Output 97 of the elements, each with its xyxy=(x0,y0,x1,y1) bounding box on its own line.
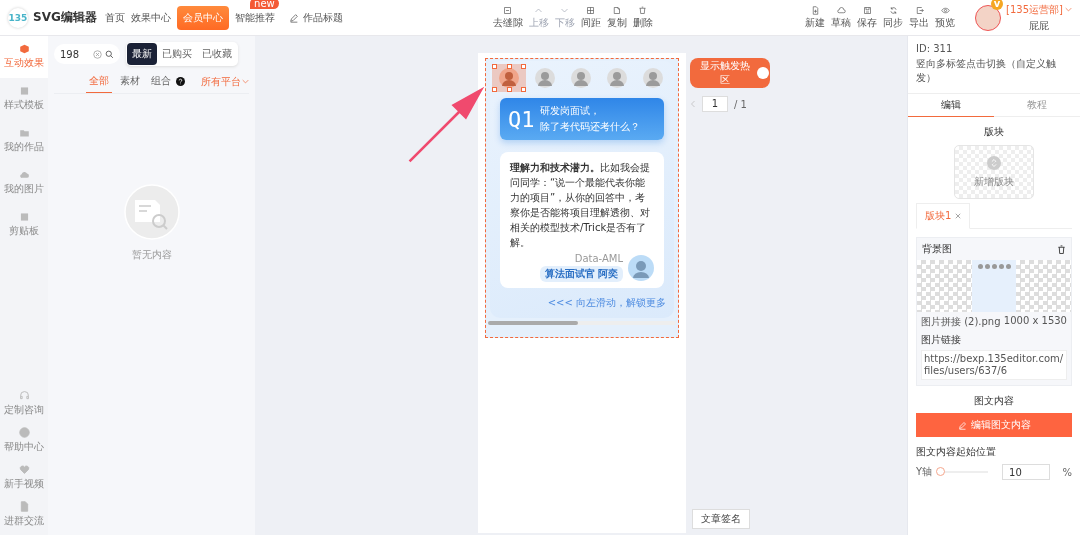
export-icon xyxy=(914,5,924,15)
question-text: 除了考代码还考什么？ xyxy=(540,120,640,134)
page-total: / 1 xyxy=(734,98,747,110)
cloud-upload-icon xyxy=(18,170,30,180)
sidebar-item[interactable]: 我的图片 xyxy=(0,162,48,204)
eye-icon xyxy=(940,5,950,15)
section-title: 图文内容 xyxy=(974,394,1014,408)
chevron-down-icon xyxy=(1065,6,1072,13)
pencil-icon xyxy=(288,12,299,23)
avatar-silhouette-icon xyxy=(607,68,627,88)
nav-link[interactable]: 智能推荐 xyxy=(234,11,275,23)
answer-text: 理解力和技术潜力。比如我会提问同学：“说一个最能代表你能力的项目”，从你的回答中，考察你是否能将项目理解透彻、对相关的模型技术/Trick是否有了解。 xyxy=(510,161,651,250)
file-name: 图片拼接 (2).png xyxy=(921,315,1001,329)
headset-icon xyxy=(18,390,30,401)
axis-label: Y轴 xyxy=(916,465,933,479)
resize-handle[interactable] xyxy=(507,87,512,92)
field-label: 图片链接 xyxy=(920,333,962,347)
resize-handle[interactable] xyxy=(507,64,512,69)
document-icon xyxy=(810,5,820,15)
empty-message: 暂无内容 xyxy=(131,248,172,262)
sort-tab[interactable]: 已收藏 xyxy=(197,43,237,65)
trash-icon[interactable] xyxy=(1057,244,1066,254)
nav-link[interactable]: 效果中心 xyxy=(130,11,171,23)
nav-link[interactable]: 首页 xyxy=(104,11,125,23)
author-caption: Data-AML xyxy=(574,253,623,264)
filter-tab[interactable]: 组合 xyxy=(148,70,174,93)
heart-icon xyxy=(18,464,30,475)
pencil-icon xyxy=(957,420,967,430)
url-field[interactable]: https://bexp.135editor.com/files/users/637/6 xyxy=(921,350,1067,380)
sort-tab[interactable]: 已购买 xyxy=(157,43,197,65)
resize-handle[interactable] xyxy=(521,64,526,69)
horizontal-scrollbar[interactable] xyxy=(488,321,676,325)
sync-icon xyxy=(888,5,898,15)
toolbar-button[interactable]: 间距 xyxy=(580,5,601,30)
sidebar-item[interactable]: 新手视频 xyxy=(0,459,48,496)
folder-icon xyxy=(18,128,30,138)
sidebar-item[interactable]: 剪贴板 xyxy=(0,204,48,246)
empty-search-drawing xyxy=(123,184,180,240)
cloud-icon xyxy=(836,5,846,15)
sidebar-item[interactable]: 样式模板 xyxy=(0,78,48,120)
grid-icon xyxy=(586,5,596,15)
trash-icon xyxy=(638,5,648,15)
signature-button[interactable]: 文章签名 xyxy=(692,509,750,529)
avatar-silhouette-icon xyxy=(571,68,591,88)
close-icon[interactable] xyxy=(955,213,962,219)
effect-id: ID: 311 xyxy=(916,43,954,54)
new-badge: new xyxy=(250,0,279,9)
resize-handle[interactable] xyxy=(492,87,497,92)
toolbar-button[interactable]: 去缝隙 xyxy=(492,5,523,30)
card-title: 背景图 xyxy=(922,242,952,256)
toolbar-button[interactable]: 预览 xyxy=(935,5,956,30)
search-icon[interactable] xyxy=(105,49,114,59)
panel-tab[interactable]: 编辑 xyxy=(908,94,994,117)
save-icon xyxy=(862,5,872,15)
sidebar-item[interactable]: 进群交流 xyxy=(0,496,48,533)
user-name: 屁屁 xyxy=(1029,18,1050,33)
resize-handle[interactable] xyxy=(521,87,526,92)
toolbar-button[interactable]: 草稿 xyxy=(831,5,852,30)
add-block-button[interactable]: 新增版块 xyxy=(954,145,1034,199)
copy-icon xyxy=(612,5,622,15)
toolbar-button[interactable]: 删除 xyxy=(632,5,653,30)
author-avatar xyxy=(628,254,654,281)
sidebar-item[interactable]: 帮助中心 xyxy=(0,422,48,459)
filter-tab[interactable]: 素材 xyxy=(117,70,143,93)
page-input[interactable]: 1 xyxy=(702,96,728,112)
number-field[interactable]: 10 xyxy=(1002,464,1051,480)
toolbar-button[interactable]: 新建 xyxy=(805,5,826,30)
toolbar-button[interactable]: 同步 xyxy=(883,5,904,30)
resize-handle[interactable] xyxy=(492,64,497,69)
sidebar-item[interactable]: 我的作品 xyxy=(0,120,48,162)
avatar-silhouette-icon xyxy=(499,68,519,88)
link-icon xyxy=(987,155,1001,170)
user-team-dropdown[interactable]: [135运营部] xyxy=(1006,2,1072,17)
document-icon xyxy=(18,501,30,512)
section-title: 图文内容起始位置 xyxy=(916,445,996,459)
sidebar-item[interactable]: 互动效果 xyxy=(0,36,48,78)
author-tag: 算法面试官 阿奕 xyxy=(539,266,623,282)
section-title: 版块 xyxy=(984,125,1004,139)
chevron-down-icon xyxy=(242,78,249,85)
image-size: 1000 x 1530 xyxy=(1003,315,1067,328)
toolbar-button[interactable]: 保存 xyxy=(857,5,878,30)
avatar-silhouette-icon xyxy=(643,68,663,88)
effect-name: 竖向多标签点击切换（自定义触发） xyxy=(916,57,1057,85)
sidebar-item[interactable]: 定制咨询 xyxy=(0,385,48,422)
toolbar-button[interactable]: 复制 xyxy=(606,5,627,30)
question-text: 研发岗面试， xyxy=(540,104,601,118)
swipe-hint: <<< 向左滑动，解锁更多 xyxy=(547,296,666,310)
avatar-tab[interactable] xyxy=(492,64,526,92)
app-title: SVG编辑器 xyxy=(33,9,97,26)
question-number: Q1 xyxy=(508,106,534,132)
avatar-silhouette-icon xyxy=(535,68,555,88)
sort-tab[interactable]: 最新 xyxy=(127,43,157,65)
work-title-field[interactable]: 作品标题 xyxy=(302,10,343,25)
search-field[interactable]: 198 xyxy=(54,44,120,64)
toolbar-button[interactable]: 导出 xyxy=(909,5,930,30)
unit-label: % xyxy=(1062,466,1072,478)
vip-badge: v xyxy=(991,0,1004,10)
